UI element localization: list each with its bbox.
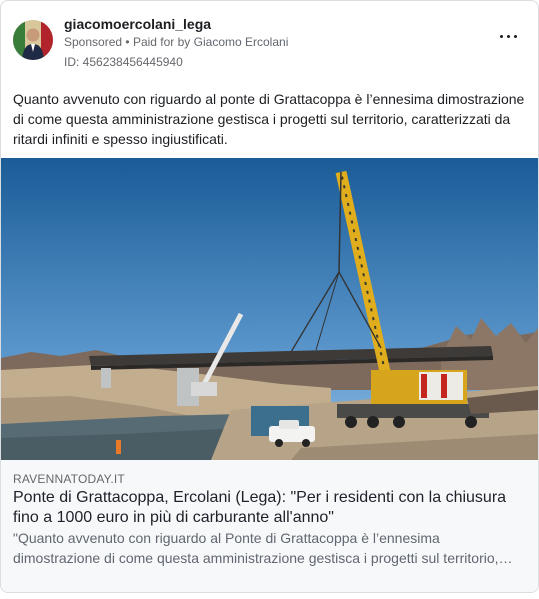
page-name[interactable]: giacomoercolani_lega xyxy=(64,16,211,32)
link-preview[interactable]: RAVENNATODAY.IT Ponte di Grattacoppa, Er… xyxy=(1,460,538,592)
link-description: "Quanto avvenuto con riguardo al Ponte d… xyxy=(13,530,499,566)
more-horizontal-icon xyxy=(500,35,503,38)
sponsored-line: Sponsored • Paid for by Giacomo Ercolani xyxy=(64,35,288,49)
sponsored-label: Sponsored xyxy=(64,35,123,49)
paid-for-name: Giacomo Ercolani xyxy=(193,35,289,49)
post-text: Quanto avvenuto con riguardo al ponte di… xyxy=(13,91,525,147)
link-headline[interactable]: Ponte di Grattacoppa, Ercolani (Lega): "… xyxy=(13,488,525,528)
ad-card: giacomoercolani_lega Sponsored • Paid fo… xyxy=(0,0,539,593)
link-domain: RAVENNATODAY.IT xyxy=(13,472,125,486)
link-image[interactable] xyxy=(1,158,538,460)
separator-dot: • xyxy=(125,35,130,49)
paid-for-prefix: Paid for by xyxy=(132,35,191,49)
avatar[interactable] xyxy=(13,20,53,60)
ad-id: ID: 456238456445940 xyxy=(64,55,183,69)
post-header: giacomoercolani_lega Sponsored • Paid fo… xyxy=(13,15,528,71)
more-options-button[interactable] xyxy=(498,29,520,43)
